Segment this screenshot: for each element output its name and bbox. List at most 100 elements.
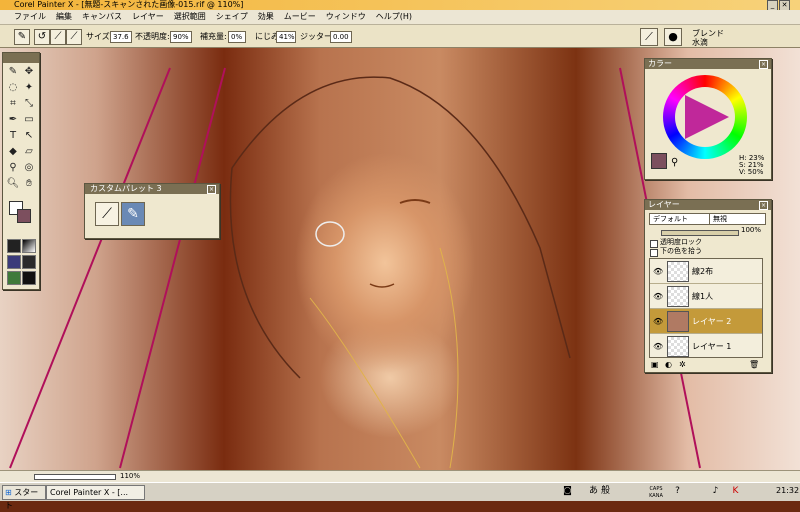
menu-item-canvas[interactable]: キャンバス xyxy=(77,10,127,24)
zoom-slider[interactable] xyxy=(34,474,116,480)
help-icon[interactable]: ? xyxy=(672,486,683,497)
pattern-selector-icon[interactable] xyxy=(7,255,21,269)
menu-item-edit[interactable]: 編集 xyxy=(51,10,77,24)
property-bar: ✎ ↺ ⟋ ⟋ サイズ: 37.6 不透明度: 90% 補充量: 0% にじみ:… xyxy=(0,25,800,48)
layer-thumbnail xyxy=(667,286,689,307)
composite-method-select[interactable]: デフォルト xyxy=(649,213,710,225)
menu-item-shapes[interactable]: シェイプ xyxy=(211,10,253,24)
menu-bar: ファイル 編集 キャンバス レイヤー 選択範囲 シェイプ 効果 ムービー ウィンドウ ヘルプ(H) xyxy=(0,10,800,25)
layers-panel-title: レイヤー xyxy=(648,200,680,209)
brush-tool-icon[interactable]: ✎ xyxy=(14,29,30,45)
menu-item-select[interactable]: 選択範囲 xyxy=(169,10,211,24)
layer-thumbnail xyxy=(667,336,689,357)
dropper-icon[interactable]: ⚲ xyxy=(6,161,20,175)
palette-brush-button-1[interactable]: ⟋ xyxy=(95,202,119,226)
taskbar-task-painter[interactable]: Corel Painter X - [... xyxy=(46,485,145,500)
opacity-slider[interactable] xyxy=(661,230,739,236)
look-selector-icon[interactable] xyxy=(22,271,36,285)
preserve-transparency-checkbox[interactable] xyxy=(650,240,658,248)
layer-name: レイヤー 1 xyxy=(692,342,732,351)
move-icon[interactable]: ✥ xyxy=(22,65,36,79)
color-panel: カラー × ⚲ H: 23% S: 21% V: 50% xyxy=(644,58,772,180)
reset-tool-icon[interactable]: ↺ xyxy=(34,29,50,45)
ime-input-icon[interactable]: 般 xyxy=(600,486,611,497)
menu-item-layers[interactable]: レイヤー xyxy=(127,10,169,24)
text-icon[interactable]: T xyxy=(6,129,20,143)
wand-icon[interactable]: ✦ xyxy=(22,81,36,95)
brush-variant-icon[interactable]: ● xyxy=(664,28,682,46)
opacity-value[interactable]: 100% xyxy=(741,226,761,234)
ime-mode-icon[interactable]: あ xyxy=(588,486,599,497)
pen-icon[interactable]: ✒ xyxy=(6,113,20,127)
eye-icon[interactable]: 👁︎ xyxy=(653,317,663,326)
weave-selector-icon[interactable] xyxy=(7,271,21,285)
magnifier-icon[interactable]: 🔍︎ xyxy=(6,177,20,191)
clone-icon[interactable]: ◎ xyxy=(22,161,36,175)
clock[interactable]: 21:32 xyxy=(776,486,799,495)
close-icon[interactable]: × xyxy=(759,60,768,69)
start-button[interactable]: ⊞ スタート xyxy=(2,485,46,510)
zoom-value[interactable]: 110% xyxy=(120,472,140,480)
layer-row[interactable]: 👁︎ 線2布 xyxy=(650,259,762,284)
custom-palette-titlebar[interactable]: カスタムパレット 3 × xyxy=(85,184,219,194)
eye-icon[interactable]: 👁︎ xyxy=(653,292,663,301)
jitter-field[interactable]: 0.00 xyxy=(330,31,352,43)
eye-icon[interactable]: 👁︎ xyxy=(653,267,663,276)
layer-list: 👁︎ 線2布 👁︎ 線1人 👁︎ レイヤー 2 👁︎ レイヤー 1 xyxy=(649,258,763,358)
menu-item-movie[interactable]: ムービー xyxy=(279,10,321,24)
color-panel-titlebar[interactable]: カラー × xyxy=(645,59,771,69)
close-icon[interactable]: × xyxy=(759,201,768,210)
saturation-value-triangle[interactable] xyxy=(681,91,733,143)
dynamic-plugin-icon[interactable]: ✲ xyxy=(679,360,686,369)
trash-icon[interactable]: 🗑︎ xyxy=(749,360,759,369)
menu-item-help[interactable]: ヘルプ(H) xyxy=(371,10,417,24)
current-color-swatch[interactable] xyxy=(651,153,667,169)
stroke-type-icon[interactable]: ⟋ xyxy=(50,29,66,45)
pick-up-color-checkbox[interactable] xyxy=(650,249,658,257)
selection-arrow-icon[interactable]: ↖ xyxy=(22,129,36,143)
layer-name: 線1人 xyxy=(692,292,714,301)
layer-name: 線2布 xyxy=(692,267,714,276)
layer-footer-toolbar: ▣ ◐ ✲ 🗑︎ xyxy=(649,360,761,370)
layer-row[interactable]: 👁︎ レイヤー 1 xyxy=(650,334,762,357)
network-icon[interactable]: ◙ xyxy=(562,486,573,497)
gradient-selector-icon[interactable] xyxy=(22,239,36,253)
windows-logo-icon: ⊞ xyxy=(5,488,12,497)
dropper-small-icon[interactable]: ⚲ xyxy=(671,157,678,168)
brush-category-icon[interactable]: ⟋ xyxy=(640,28,658,46)
brush-icon[interactable]: ✎ xyxy=(6,65,20,79)
color-panel-title: カラー xyxy=(648,59,672,68)
resat-field[interactable]: 0% xyxy=(228,31,246,43)
rectangle-icon[interactable]: ▭ xyxy=(22,113,36,127)
menu-item-effects[interactable]: 効果 xyxy=(253,10,279,24)
nozzle-selector-icon[interactable] xyxy=(22,255,36,269)
brush-method-icon[interactable]: ⟋ xyxy=(66,29,82,45)
brush-variant-name[interactable]: 水滴 xyxy=(692,37,708,48)
crop-icon[interactable]: ⌗ xyxy=(6,97,20,111)
primary-color-swatch[interactable] xyxy=(17,209,31,223)
layer-mask-icon[interactable]: ◐ xyxy=(665,360,672,369)
size-field[interactable]: 37.6 xyxy=(110,31,132,43)
hand-icon[interactable]: ✋︎ xyxy=(22,177,36,191)
volume-icon[interactable]: ♪ xyxy=(710,486,721,497)
task-label: Corel Painter X - [... xyxy=(50,488,129,497)
security-shield-icon[interactable]: K xyxy=(730,486,741,497)
fill-icon[interactable]: ◆ xyxy=(6,145,20,159)
palette-brush-button-2[interactable]: ✎ xyxy=(121,202,145,226)
close-icon[interactable]: × xyxy=(207,185,216,194)
lasso-icon[interactable]: ◌ xyxy=(6,81,20,95)
paper-selector-icon[interactable] xyxy=(7,239,21,253)
bleed-field[interactable]: 41% xyxy=(276,31,296,43)
eye-icon[interactable]: 👁︎ xyxy=(653,342,663,351)
transform-icon[interactable]: ⤡ xyxy=(22,97,36,111)
eraser-icon[interactable]: ▱ xyxy=(22,145,36,159)
layers-panel-titlebar[interactable]: レイヤー × xyxy=(645,200,771,210)
opacity-field[interactable]: 90% xyxy=(170,31,192,43)
composite-depth-select[interactable]: 無視 xyxy=(709,213,766,225)
layer-row-selected[interactable]: 👁︎ レイヤー 2 xyxy=(650,309,762,334)
layer-thumbnail xyxy=(667,311,689,332)
layer-row[interactable]: 👁︎ 線1人 xyxy=(650,284,762,309)
new-layer-icon[interactable]: ▣ xyxy=(651,360,659,369)
menu-item-window[interactable]: ウィンドウ xyxy=(321,10,371,24)
menu-item-file[interactable]: ファイル xyxy=(0,10,51,24)
